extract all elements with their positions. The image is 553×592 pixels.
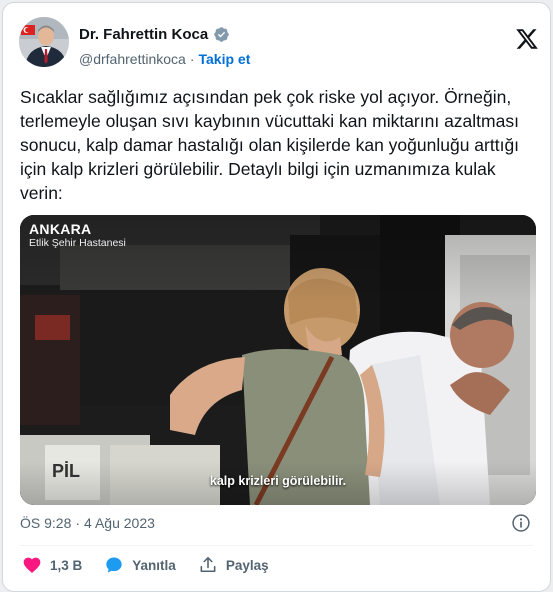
video-caption: kalp krizleri görülebilir. [209,474,347,488]
tweet-actions: 1,3 B Yanıtla Paylaş [22,555,291,575]
tweet-embed-card: Dr. Fahrettin Koca @drfahrettinkoca · Ta… [2,2,551,592]
heart-icon [23,557,41,573]
action-divider [20,545,533,546]
share-button[interactable]: Paylaş [198,555,269,575]
tweet-date: 4 Ağu 2023 [84,515,155,531]
tweet-header: Dr. Fahrettin Koca @drfahrettinkoca · Ta… [19,17,539,67]
tweet-video[interactable]: PİL ANKARA Etlik Şehir Hastanesi kalp kr… [20,215,536,505]
reply-button[interactable]: Yanıtla [104,555,176,575]
verified-badge-icon [214,27,229,42]
info-icon[interactable] [511,513,531,533]
x-logo-icon[interactable] [515,27,539,51]
tweet-timestamp[interactable]: ÖS 9:28 · 4 Ağu 2023 [20,515,155,531]
author-name-row: Dr. Fahrettin Koca [79,26,230,43]
share-label: Paylaş [225,557,269,573]
tweet-time: ÖS 9:28 [20,515,72,531]
timestamp-separator: · [75,515,81,531]
handle-separator: · [189,51,195,67]
author-name[interactable]: Dr. Fahrettin Koca [79,26,208,43]
like-button[interactable]: 1,3 B [22,555,82,575]
author-handle[interactable]: @drfahrettinkoca [79,51,186,67]
share-icon [200,556,216,573]
speech-bubble-icon [106,557,122,573]
tweet-text: Sıcaklar sağlığımız açısından pek çok ri… [20,87,520,203]
follow-button[interactable]: Takip et [199,51,251,67]
like-count: 1,3 B [50,557,83,573]
video-frame: PİL [20,215,536,505]
reply-label: Yanıtla [132,557,176,573]
author-avatar[interactable] [19,17,69,67]
video-location-subtitle: Etlik Şehir Hastanesi [29,237,126,249]
video-location-title: ANKARA [29,221,92,237]
author-handle-row: @drfahrettinkoca · Takip et [79,51,250,67]
